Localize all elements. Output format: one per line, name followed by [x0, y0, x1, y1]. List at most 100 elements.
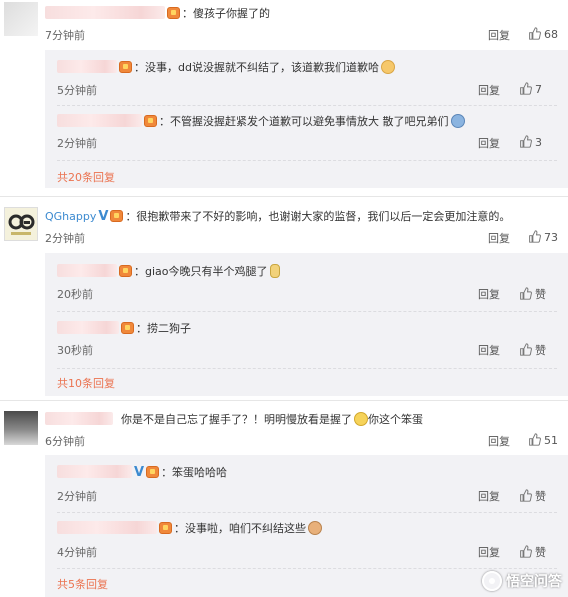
- emoji-icon: [354, 412, 368, 426]
- comment: QGhappy V ：很抱歉带来了不好的影响，也谢谢大家的监督，我们以后一定会更加注…: [0, 203, 568, 399]
- thumbs-up-icon: [520, 135, 532, 148]
- avatar[interactable]: [4, 411, 38, 445]
- sub-reply: ：捞二狗子 30秒前 回复 赞: [45, 313, 568, 368]
- member-badge-icon: [110, 210, 124, 222]
- like-button[interactable]: 51: [528, 433, 558, 447]
- comment-time: 2分钟前: [45, 232, 85, 245]
- reply-button[interactable]: 回复: [478, 488, 500, 504]
- thumbs-up-icon: [529, 230, 541, 243]
- reply-button[interactable]: 回复: [478, 82, 500, 98]
- username-blurred[interactable]: [57, 114, 142, 127]
- view-more-replies[interactable]: 共10条回复: [57, 375, 115, 391]
- reply-button[interactable]: 回复: [478, 544, 500, 560]
- avatar[interactable]: [4, 207, 38, 241]
- divider: [57, 105, 557, 106]
- reply-button[interactable]: 回复: [488, 27, 510, 43]
- separator: [0, 400, 568, 401]
- sub-reply-text: ：没事，dd说没握就不纠结了，该道歉我们道歉哈: [134, 61, 379, 74]
- sub-reply-time: 2分钟前: [57, 137, 97, 150]
- avatar[interactable]: [4, 2, 38, 36]
- sub-reply: ：giao今晚只有半个鸡腿了 20秒前 回复 赞: [45, 253, 568, 308]
- divider: [57, 568, 557, 569]
- wukong-logo-icon: [482, 571, 502, 591]
- username[interactable]: QGhappy: [45, 210, 96, 223]
- username-blurred[interactable]: [57, 60, 117, 73]
- separator: [0, 196, 568, 197]
- reply-box: ：没事，dd说没握就不纠结了，该道歉我们道歉哈 5分钟前 回复 7 ：不管握没握…: [45, 50, 568, 188]
- like-button[interactable]: 7: [519, 82, 542, 96]
- reply-button[interactable]: 回复: [478, 135, 500, 151]
- sub-reply: ：没事，dd说没握就不纠结了，该道歉我们道歉哈 5分钟前 回复 7: [45, 50, 568, 102]
- verified-v-icon: V: [98, 209, 109, 224]
- divider: [57, 512, 557, 513]
- like-count: 73: [544, 231, 558, 244]
- divider: [57, 368, 557, 369]
- thumbs-up-icon: [529, 27, 541, 40]
- member-badge-icon: [144, 115, 157, 127]
- like-button[interactable]: 赞: [519, 488, 546, 504]
- username-blurred[interactable]: [45, 412, 113, 425]
- like-label: 赞: [535, 288, 546, 301]
- member-badge-icon: [119, 61, 132, 73]
- sub-reply: ：没事啦，咱们不纠结这些 4分钟前 回复 赞: [45, 515, 568, 570]
- like-button[interactable]: 赞: [519, 342, 546, 358]
- emoji-icon: [450, 114, 465, 128]
- comment-time: 7分钟前: [45, 29, 85, 42]
- comment: ：傻孩子你握了的 7分钟前 回复 68 ：没事，dd说没握就不纠结了，该道歉我们…: [0, 0, 568, 188]
- like-count: 3: [535, 136, 542, 149]
- sub-reply: V ：笨蛋哈哈哈 2分钟前 回复 赞: [45, 455, 568, 510]
- emoji-icon: [269, 264, 280, 278]
- view-more-replies[interactable]: 共5条回复: [57, 576, 108, 592]
- watermark-text: 悟空问答: [506, 574, 562, 590]
- comment-time: 6分钟前: [45, 435, 85, 448]
- thumbs-up-icon: [520, 287, 532, 300]
- like-count: 68: [544, 28, 558, 41]
- thumbs-up-icon: [520, 489, 532, 502]
- reply-button[interactable]: 回复: [478, 342, 500, 358]
- emoji-icon: [308, 521, 322, 535]
- verified-v-icon: V: [134, 465, 145, 480]
- thumbs-up-icon: [520, 343, 532, 356]
- reply-button[interactable]: 回复: [488, 230, 510, 246]
- view-more-replies[interactable]: 共20条回复: [57, 169, 115, 185]
- sub-reply-time: 5分钟前: [57, 84, 97, 97]
- like-button[interactable]: 73: [528, 230, 558, 244]
- member-badge-icon: [167, 7, 180, 19]
- like-button[interactable]: 赞: [519, 544, 546, 560]
- sub-reply-time: 4分钟前: [57, 546, 97, 559]
- watermark: 悟空问答: [482, 571, 562, 591]
- like-button[interactable]: 3: [519, 135, 542, 149]
- divider: [57, 311, 557, 312]
- thumbs-up-icon: [520, 545, 532, 558]
- qg-logo-icon: [8, 214, 35, 235]
- sub-reply-text: ：笨蛋哈哈哈: [161, 466, 228, 479]
- like-label: 赞: [535, 546, 546, 559]
- username-blurred[interactable]: [57, 465, 132, 478]
- divider: [57, 160, 557, 161]
- sub-reply-time: 30秒前: [57, 344, 93, 357]
- comment: 你是不是自己忘了握手了？！明明慢放看是握了 你这个笨蛋 6分钟前 回复 51 V ：…: [0, 405, 568, 597]
- like-label: 赞: [535, 344, 546, 357]
- member-badge-icon: [121, 322, 134, 334]
- like-button[interactable]: 68: [528, 27, 558, 41]
- sub-reply-time: 2分钟前: [57, 490, 97, 503]
- username-blurred[interactable]: [57, 264, 117, 277]
- sub-reply-time: 20秒前: [57, 288, 93, 301]
- thumbs-up-icon: [529, 433, 541, 446]
- like-count: 51: [544, 434, 558, 447]
- sub-reply: ：不管握没握赶紧发个道歉可以避免事情放大 散了吧兄弟们 2分钟前 回复 3: [45, 107, 568, 159]
- username-blurred[interactable]: [45, 6, 165, 19]
- reply-box: ：giao今晚只有半个鸡腿了 20秒前 回复 赞 ：捞二狗子 30秒前 回复 赞…: [45, 253, 568, 396]
- reply-button[interactable]: 回复: [488, 433, 510, 449]
- comment-text: ：傻孩子你握了的: [182, 7, 270, 20]
- comment-text: ：很抱歉带来了不好的影响，也谢谢大家的监督，我们以后一定会更加注意的。: [125, 210, 511, 223]
- sub-reply-text: ：giao今晚只有半个鸡腿了: [134, 265, 268, 278]
- username-blurred[interactable]: [57, 321, 119, 334]
- comment-text: 你是不是自己忘了握手了？！明明慢放看是握了: [121, 413, 352, 426]
- like-button[interactable]: 赞: [519, 286, 546, 302]
- comment-text-after: 你这个笨蛋: [368, 413, 423, 426]
- reply-button[interactable]: 回复: [478, 286, 500, 302]
- emoji-icon: [380, 60, 395, 74]
- username-blurred[interactable]: [57, 521, 157, 534]
- sub-reply-text: ：没事啦，咱们不纠结这些: [174, 522, 306, 535]
